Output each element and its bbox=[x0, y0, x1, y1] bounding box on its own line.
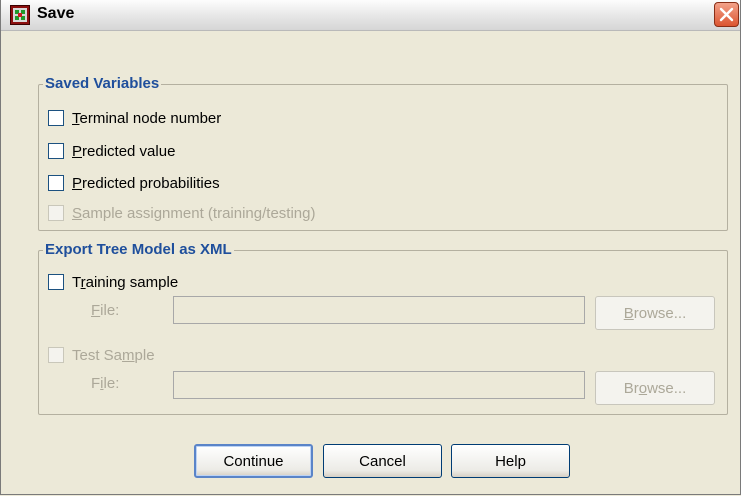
training-file-input bbox=[173, 296, 585, 324]
predicted-probabilities-label: Predicted probabilities bbox=[72, 174, 220, 192]
option-training-sample[interactable]: Training sample bbox=[48, 272, 178, 292]
predicted-value-checkbox[interactable] bbox=[48, 143, 64, 159]
spss-save-icon bbox=[10, 5, 30, 25]
option-predicted-value[interactable]: Predicted value bbox=[48, 141, 175, 161]
predicted-probabilities-checkbox[interactable] bbox=[48, 175, 64, 191]
saved-variables-legend: Saved Variables bbox=[43, 75, 162, 92]
export-tree-model-group: Export Tree Model as XML Training sample… bbox=[38, 241, 728, 415]
terminal-node-checkbox[interactable] bbox=[48, 110, 64, 126]
cancel-button[interactable]: Cancel bbox=[323, 444, 442, 478]
save-dialog: Save Saved Variables Terminal node numbe… bbox=[0, 0, 741, 495]
terminal-node-label: Terminal node number bbox=[72, 109, 222, 127]
option-predicted-probabilities[interactable]: Predicted probabilities bbox=[48, 173, 220, 193]
training-file-label: File: bbox=[91, 302, 120, 319]
dialog-title: Save bbox=[37, 5, 75, 22]
training-sample-label: Training sample bbox=[72, 273, 179, 291]
title-bar[interactable]: Save bbox=[1, 0, 740, 31]
predicted-value-label: Predicted value bbox=[72, 142, 176, 160]
option-test-sample: Test Sample bbox=[48, 345, 155, 365]
test-browse-button: Br o wse... bbox=[595, 371, 715, 405]
option-terminal-node-number[interactable]: Terminal node number bbox=[48, 108, 221, 128]
close-icon bbox=[719, 7, 734, 22]
continue-button[interactable]: Continue bbox=[194, 444, 313, 478]
training-sample-checkbox[interactable] bbox=[48, 274, 64, 290]
sample-assignment-checkbox bbox=[48, 205, 64, 221]
test-sample-checkbox bbox=[48, 347, 64, 363]
saved-variables-group: Saved Variables Terminal node number Pre… bbox=[38, 75, 728, 231]
training-browse-button: Browse... bbox=[595, 296, 715, 330]
option-sample-assignment: Sample assignment (training/testing) bbox=[48, 203, 315, 223]
export-tree-model-legend: Export Tree Model as XML bbox=[43, 241, 234, 258]
test-file-input bbox=[173, 371, 585, 399]
test-sample-label: Test Sample bbox=[72, 346, 155, 364]
close-button[interactable] bbox=[714, 2, 739, 27]
help-button[interactable]: Help bbox=[451, 444, 570, 478]
sample-assignment-label: Sample assignment (training/testing) bbox=[72, 204, 316, 222]
test-file-label: File: bbox=[91, 375, 120, 392]
